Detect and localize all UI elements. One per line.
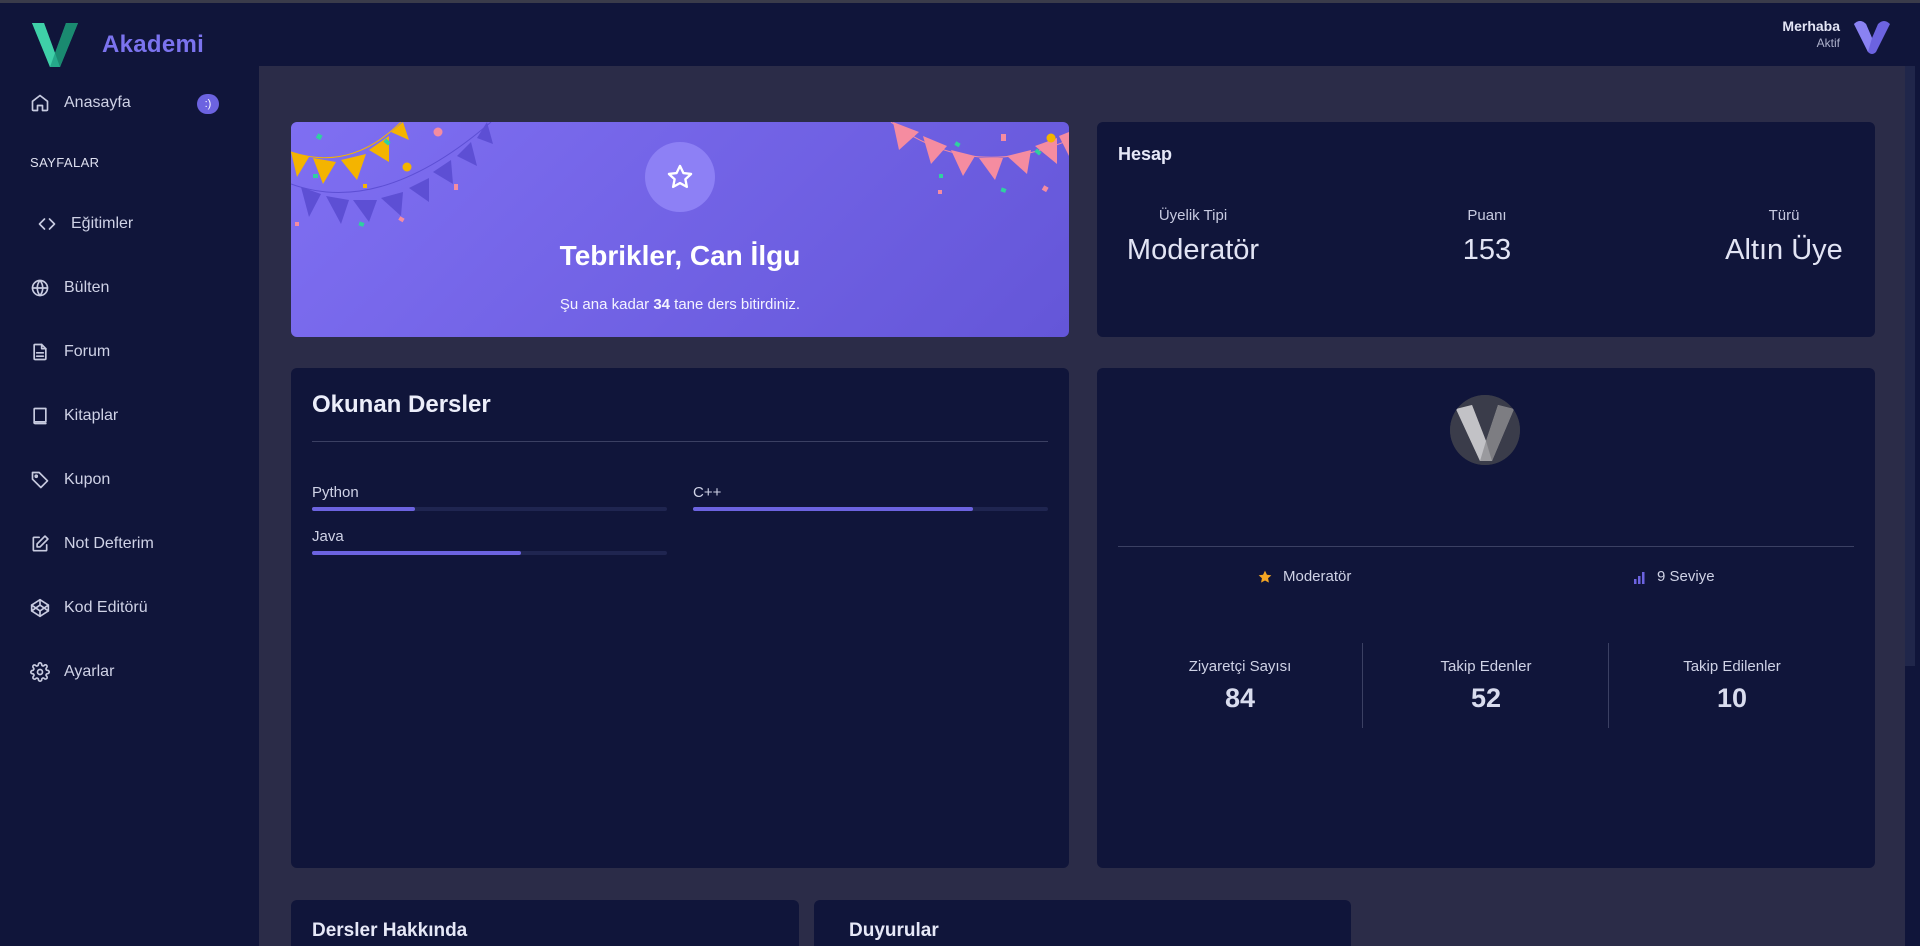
globe-icon bbox=[31, 279, 49, 297]
progress-track bbox=[312, 507, 667, 511]
greeting-text: Merhaba bbox=[1782, 18, 1840, 34]
counter-label: Ziyaretçi Sayısı bbox=[1188, 658, 1292, 675]
course-item-cpp[interactable]: C++ bbox=[693, 484, 1048, 511]
progress-fill bbox=[693, 507, 974, 511]
progress-track bbox=[312, 551, 667, 555]
sidebar-item-label: Not Defterim bbox=[64, 535, 154, 552]
sidebar-item-label: Eğitimler bbox=[71, 215, 134, 232]
level-text: 9 Seviye bbox=[1657, 568, 1715, 585]
stat-value: 153 bbox=[1462, 234, 1512, 266]
sidebar-item-bulten[interactable]: Bülten bbox=[30, 274, 109, 302]
star-icon bbox=[1258, 570, 1272, 583]
home-icon bbox=[31, 94, 49, 112]
role-indicator: Moderatör bbox=[1257, 568, 1351, 585]
brand[interactable]: Akademi bbox=[30, 21, 204, 69]
progress-track bbox=[693, 507, 1048, 511]
course-item-java[interactable]: Java bbox=[312, 528, 667, 555]
divider bbox=[1118, 546, 1854, 547]
sidebar-item-not-defterim[interactable]: Not Defterim bbox=[30, 530, 154, 558]
counter-value: 84 bbox=[1224, 683, 1256, 713]
sidebar-item-ayarlar[interactable]: Ayarlar bbox=[30, 658, 114, 686]
account-title: Hesap bbox=[1118, 144, 1173, 164]
sidebar: Akademi Anasayfa :) SAYFALAR Eğitimler B… bbox=[0, 3, 259, 946]
counter-value: 52 bbox=[1470, 683, 1502, 713]
visitor-count: Ziyaretçi Sayısı 84 bbox=[1117, 658, 1363, 714]
codepen-icon bbox=[30, 598, 50, 618]
course-item-python[interactable]: Python bbox=[312, 484, 667, 511]
courses-title: Okunan Dersler bbox=[312, 391, 491, 418]
congrats-sub-before: Şu ana kadar bbox=[559, 296, 650, 313]
sidebar-item-label: Kod Editörü bbox=[64, 599, 148, 616]
top-header: Merhaba Aktif bbox=[259, 3, 1920, 66]
account-card: Hesap Üyelik Tipi Moderatör Puanı 153 Tü… bbox=[1097, 122, 1875, 337]
brand-logo-icon bbox=[32, 23, 78, 67]
followers-count: Takip Edenler 52 bbox=[1363, 658, 1609, 714]
completed-course-count: 34 bbox=[653, 296, 670, 313]
avatar bbox=[1450, 395, 1520, 465]
tag-icon bbox=[31, 471, 49, 489]
congrats-sub-after: tane ders bitirdiniz. bbox=[674, 296, 801, 313]
sidebar-item-label: Forum bbox=[64, 343, 111, 360]
congrats-subtitle: Şu ana kadar 34 tane ders bitirdiniz. bbox=[291, 296, 1069, 313]
points-stat: Puanı 153 bbox=[1447, 207, 1527, 267]
star-outline-icon bbox=[667, 164, 693, 189]
stat-value: Altın Üye bbox=[1725, 234, 1843, 266]
edit-icon bbox=[32, 535, 49, 552]
counter-label: Takip Edilenler bbox=[1683, 658, 1781, 675]
membership-type-stat: Üyelik Tipi Moderatör bbox=[1118, 207, 1268, 267]
avatar-logo-icon bbox=[1450, 395, 1520, 465]
brand-name: Akademi bbox=[102, 31, 205, 58]
code-icon bbox=[38, 218, 56, 230]
courses-card: Okunan Dersler Python C++ Java bbox=[291, 368, 1069, 868]
sidebar-item-kod-editoru[interactable]: Kod Editörü bbox=[30, 594, 148, 622]
gear-icon bbox=[30, 662, 50, 682]
star-badge bbox=[645, 142, 715, 212]
book-icon bbox=[33, 407, 47, 425]
congrats-title: Tebrikler, Can İlgu bbox=[559, 240, 801, 271]
stat-label: Türü bbox=[1768, 207, 1800, 224]
course-info-title: Dersler Hakkında bbox=[312, 920, 468, 941]
sidebar-item-kupon[interactable]: Kupon bbox=[30, 466, 110, 494]
member-kind-stat: Türü Altın Üye bbox=[1714, 207, 1854, 267]
profile-card: Moderatör 9 Seviye Ziyaretçi Sayısı 84 T… bbox=[1097, 368, 1875, 868]
home-badge: :) bbox=[197, 94, 219, 114]
course-info-card: Dersler Hakkında bbox=[291, 900, 799, 946]
course-label: C++ bbox=[693, 484, 722, 501]
sidebar-item-kitaplar[interactable]: Kitaplar bbox=[30, 402, 118, 430]
level-indicator: 9 Seviye bbox=[1633, 568, 1715, 585]
stat-label: Üyelik Tipi bbox=[1158, 207, 1228, 224]
announcements-title: Duyurular bbox=[849, 920, 939, 941]
counter-label: Takip Edenler bbox=[1440, 658, 1532, 675]
divider bbox=[312, 441, 1048, 442]
bar-chart-icon bbox=[1634, 571, 1645, 584]
counter-value: 10 bbox=[1716, 683, 1748, 713]
progress-fill bbox=[312, 507, 415, 511]
sidebar-item-home[interactable]: Anasayfa bbox=[30, 89, 131, 117]
course-label: Python bbox=[312, 484, 359, 501]
sidebar-item-forum[interactable]: Forum bbox=[30, 338, 110, 366]
sidebar-item-label: Anasayfa bbox=[64, 94, 131, 111]
stat-value: Moderatör bbox=[1126, 234, 1260, 266]
section-label: SAYFALAR bbox=[30, 155, 100, 170]
stat-label: Puanı bbox=[1467, 207, 1507, 224]
announcements-card: Duyurular bbox=[814, 900, 1351, 946]
congrats-card: Tebrikler, Can İlgu Şu ana kadar 34 tane… bbox=[291, 122, 1069, 337]
user-status: Aktif bbox=[1816, 36, 1840, 50]
course-label: Java bbox=[312, 528, 344, 545]
user-greeting[interactable]: Merhaba Aktif bbox=[1782, 18, 1840, 50]
role-text: Moderatör bbox=[1283, 568, 1352, 585]
document-icon bbox=[33, 343, 47, 361]
sidebar-item-label: Kupon bbox=[64, 471, 111, 488]
progress-fill bbox=[312, 551, 522, 555]
following-count: Takip Edilenler 10 bbox=[1609, 658, 1855, 714]
sidebar-item-label: Kitaplar bbox=[64, 407, 119, 424]
sidebar-item-egitimler[interactable]: Eğitimler bbox=[37, 210, 133, 238]
sidebar-item-label: Ayarlar bbox=[64, 663, 115, 680]
scrollbar-thumb[interactable] bbox=[1905, 66, 1915, 666]
sidebar-item-label: Bülten bbox=[64, 279, 110, 296]
user-avatar-logo-icon[interactable] bbox=[1852, 16, 1892, 56]
